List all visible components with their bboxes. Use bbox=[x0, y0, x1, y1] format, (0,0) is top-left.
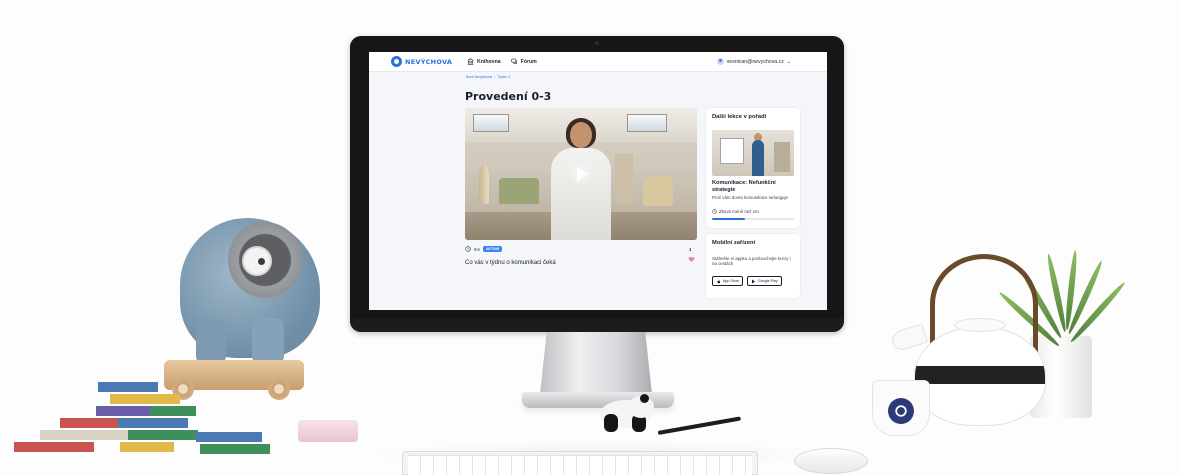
nav-item-label: Fórum bbox=[520, 58, 537, 65]
mobile-app-card: Mobilní zařízení Stáhněte si appku a pos… bbox=[706, 234, 800, 298]
video-scene-shelf bbox=[615, 154, 633, 204]
video-description: Co vás v týdnu o komunikaci čeká bbox=[465, 260, 556, 266]
clock-icon bbox=[465, 246, 471, 252]
next-lesson-title[interactable]: Komunikace: Nefunkční strategie bbox=[712, 180, 796, 193]
toy-elephant-leg bbox=[196, 320, 226, 364]
mouse bbox=[794, 448, 868, 474]
wooden-block bbox=[60, 418, 124, 428]
nav-item-forum[interactable]: Fórum bbox=[511, 58, 537, 65]
remaining-text: Zbývá méně než 1m bbox=[719, 209, 759, 214]
toy-panda-leg bbox=[604, 414, 618, 432]
teapot-lid bbox=[954, 318, 1006, 332]
wooden-block bbox=[118, 418, 188, 428]
eraser bbox=[298, 420, 358, 442]
card-heading: Další lekce v pořadí bbox=[712, 114, 767, 120]
thumbnail-shelf bbox=[774, 142, 790, 172]
video-scene-chair bbox=[643, 176, 673, 206]
logo-icon bbox=[391, 56, 402, 67]
breadcrumb-link[interactable]: Týden 1 bbox=[497, 75, 510, 79]
monitor-camera bbox=[595, 41, 599, 45]
main-nav: Knihovna Fórum bbox=[467, 58, 537, 65]
video-presenter-head bbox=[570, 122, 592, 148]
store-label: Google Play bbox=[757, 279, 778, 283]
user-avatar-icon bbox=[716, 58, 724, 65]
wooden-block bbox=[200, 444, 270, 454]
video-scene-window bbox=[627, 114, 667, 132]
next-lesson-description: Proč vám doma komunikace nefunguje bbox=[712, 195, 788, 200]
wooden-block bbox=[14, 442, 94, 452]
website-screen: NEVÝCHOVA Knihovna Fórum vesnican@nevych… bbox=[369, 52, 827, 310]
page-title: Provedení 0-3 bbox=[465, 90, 552, 103]
user-email: vesnican@nevychova.cz bbox=[726, 58, 784, 65]
google-play-icon bbox=[751, 279, 755, 283]
teapot-spout bbox=[889, 323, 929, 353]
desk-scene: NEVÝCHOVA Knihovna Fórum vesnican@nevych… bbox=[0, 0, 1179, 475]
store-buttons: App Store Google Play bbox=[712, 276, 782, 286]
logo[interactable]: NEVÝCHOVA bbox=[391, 56, 452, 67]
google-play-button[interactable]: Google Play bbox=[746, 276, 782, 286]
toy-panda-ear bbox=[640, 394, 649, 403]
heart-icon bbox=[688, 257, 695, 263]
breadcrumb-separator: › bbox=[494, 75, 496, 79]
wooden-block bbox=[150, 406, 196, 416]
like-count: 1 bbox=[689, 247, 692, 252]
chevron-down-icon: ⌄ bbox=[786, 58, 791, 65]
lesson-progress-bar bbox=[712, 218, 794, 220]
cart-wheel bbox=[268, 378, 290, 400]
nav-item-label: Knihovna bbox=[477, 58, 501, 65]
teapot bbox=[914, 326, 1046, 426]
thumbnail-whiteboard bbox=[720, 138, 744, 164]
next-lesson-remaining: Zbývá méně než 1m bbox=[712, 209, 759, 214]
breadcrumb: Kurz Nevýchova › Týden 1 bbox=[466, 75, 510, 79]
like-button[interactable] bbox=[687, 255, 696, 264]
video-scene-lamp bbox=[479, 164, 489, 204]
video-scene-sofa bbox=[499, 178, 539, 204]
wooden-block bbox=[98, 382, 158, 392]
toy-elephant-eye bbox=[242, 246, 272, 276]
video-player[interactable] bbox=[465, 108, 697, 240]
breadcrumb-link[interactable]: Kurz Nevýchova bbox=[466, 75, 492, 79]
store-label: App Store bbox=[723, 279, 739, 283]
next-lesson-thumbnail[interactable] bbox=[712, 130, 794, 176]
video-duration: 8m bbox=[474, 246, 481, 252]
monitor-stand bbox=[540, 332, 652, 394]
video-presenter-body bbox=[551, 148, 611, 240]
monitor-chin bbox=[350, 318, 844, 332]
next-lesson-card: Další lekce v pořadí Komunikace: Nefunkč… bbox=[706, 108, 800, 228]
lesson-progress-fill bbox=[712, 218, 745, 220]
logo-text: NEVÝCHOVA bbox=[405, 57, 453, 66]
wooden-block bbox=[128, 430, 198, 440]
user-menu[interactable]: vesnican@nevychova.cz ⌄ bbox=[716, 58, 791, 65]
forum-icon bbox=[511, 58, 517, 64]
wooden-block bbox=[196, 432, 262, 442]
wooden-block bbox=[120, 442, 174, 452]
mobile-app-text: Stáhněte si appku a poslouchejte kurzy i… bbox=[712, 256, 791, 267]
play-button[interactable] bbox=[571, 164, 591, 184]
toy-elephant-leg bbox=[252, 318, 284, 364]
keyboard-keys bbox=[408, 455, 752, 475]
status-badge: AKTIVNÍ bbox=[483, 246, 502, 252]
library-icon bbox=[467, 58, 474, 65]
toy-elephant-pupil bbox=[258, 258, 265, 265]
card-heading: Mobilní zařízení bbox=[712, 240, 756, 246]
thumbnail-presenter-body bbox=[752, 140, 764, 176]
pen bbox=[657, 416, 742, 435]
wooden-block bbox=[40, 430, 130, 440]
wooden-block bbox=[110, 394, 180, 404]
video-scene-window bbox=[473, 114, 509, 132]
video-meta: 8m AKTIVNÍ bbox=[465, 246, 502, 252]
nav-item-library[interactable]: Knihovna bbox=[467, 58, 501, 65]
cup-flower-pattern bbox=[888, 398, 914, 424]
app-store-button[interactable]: App Store bbox=[712, 276, 743, 286]
clock-icon bbox=[712, 209, 717, 214]
top-bar: NEVÝCHOVA Knihovna Fórum vesnican@nevych… bbox=[369, 52, 827, 72]
apple-icon bbox=[717, 279, 721, 283]
play-icon bbox=[577, 167, 588, 181]
